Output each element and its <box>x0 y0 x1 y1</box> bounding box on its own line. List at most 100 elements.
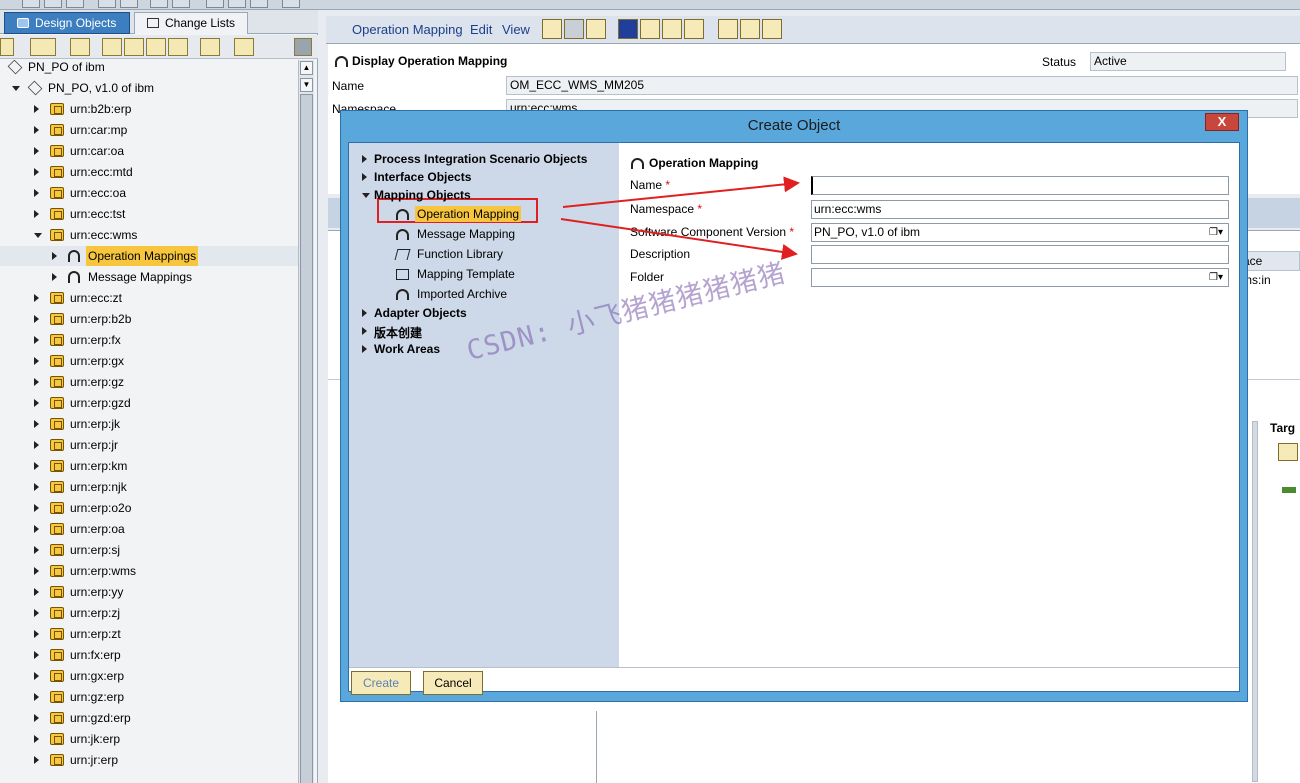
tree-expand-icon[interactable] <box>102 38 122 56</box>
scroll-up-icon[interactable]: ▲ <box>300 61 313 75</box>
expand-all-icon[interactable] <box>146 38 166 56</box>
tree-node[interactable]: urn:gz:erp <box>0 687 298 707</box>
tree-node[interactable]: urn:erp:o2o <box>0 498 298 518</box>
toolbar-icon[interactable] <box>150 0 168 8</box>
collapsed-arrow-icon[interactable] <box>34 756 39 764</box>
collapsed-arrow-icon[interactable] <box>34 294 39 302</box>
collapsed-arrow-icon[interactable] <box>34 441 39 449</box>
toolbar-icon[interactable] <box>66 0 84 8</box>
collapse-icon[interactable] <box>0 38 14 56</box>
save-icon[interactable] <box>564 19 584 39</box>
namespace-input[interactable]: urn:ecc:wms <box>811 200 1229 219</box>
tree-node[interactable]: urn:b2b:erp <box>0 99 298 119</box>
scroll-thumb[interactable] <box>300 94 313 783</box>
object-type-item[interactable]: Imported Archive <box>415 286 509 302</box>
expanded-arrow-icon[interactable] <box>34 233 42 238</box>
tree-node[interactable]: urn:erp:yy <box>0 582 298 602</box>
collapsed-arrow-icon[interactable] <box>34 504 39 512</box>
binoculars-icon[interactable] <box>70 38 90 56</box>
toolbar-icon[interactable] <box>98 0 116 8</box>
tree-node[interactable]: Message Mappings <box>0 267 298 287</box>
collapsed-arrow-icon[interactable] <box>34 630 39 638</box>
collapsed-arrow-icon[interactable] <box>362 155 367 163</box>
collapsed-arrow-icon[interactable] <box>34 714 39 722</box>
collapsed-arrow-icon[interactable] <box>52 252 57 260</box>
stop-icon[interactable] <box>294 38 312 56</box>
tree-node[interactable]: PN_PO of ibm <box>0 60 298 77</box>
collapsed-arrow-icon[interactable] <box>34 672 39 680</box>
object-category[interactable]: 版本创建 <box>374 324 422 341</box>
tab-change-lists[interactable]: Change Lists <box>134 12 248 34</box>
object-type-item[interactable]: Message Mapping <box>415 226 517 242</box>
description-input[interactable] <box>811 245 1229 264</box>
tree-node[interactable]: urn:erp:fx <box>0 330 298 350</box>
collapsed-arrow-icon[interactable] <box>34 567 39 575</box>
collapsed-arrow-icon[interactable] <box>362 173 367 181</box>
collapsed-arrow-icon[interactable] <box>34 126 39 134</box>
tree-node[interactable]: urn:erp:wms <box>0 561 298 581</box>
tree-node[interactable]: urn:erp:gz <box>0 372 298 392</box>
object-category[interactable]: Mapping Objects <box>374 188 471 202</box>
collapsed-arrow-icon[interactable] <box>52 273 57 281</box>
collapsed-arrow-icon[interactable] <box>34 525 39 533</box>
print-icon[interactable] <box>718 19 738 39</box>
tree-node[interactable]: urn:ecc:tst <box>0 204 298 224</box>
object-type-item[interactable]: Function Library <box>415 246 505 262</box>
cancel-button[interactable]: Cancel <box>423 671 483 695</box>
tab-design-objects[interactable]: Design Objects <box>4 12 130 34</box>
tree-node[interactable]: urn:jk:erp <box>0 729 298 749</box>
toolbar-icon[interactable] <box>228 0 246 8</box>
tree-node[interactable]: urn:erp:njk <box>0 477 298 497</box>
collapsed-arrow-icon[interactable] <box>34 189 39 197</box>
create-button[interactable]: Create <box>351 671 411 695</box>
tree-node[interactable]: urn:erp:jr <box>0 435 298 455</box>
document-icon[interactable] <box>740 19 760 39</box>
expanded-arrow-icon[interactable] <box>12 86 20 91</box>
collapsed-arrow-icon[interactable] <box>34 693 39 701</box>
tree-node[interactable]: urn:fx:erp <box>0 645 298 665</box>
collapsed-arrow-icon[interactable] <box>34 168 39 176</box>
collapsed-arrow-icon[interactable] <box>34 210 39 218</box>
tree-node[interactable]: urn:ecc:oa <box>0 183 298 203</box>
object-type-item[interactable]: Operation Mapping <box>415 206 522 222</box>
menu-view[interactable]: View <box>502 22 530 37</box>
menu-edit[interactable]: Edit <box>470 22 492 37</box>
tree-node[interactable]: urn:erp:gx <box>0 351 298 371</box>
tree-node[interactable]: urn:erp:b2b <box>0 309 298 329</box>
collapsed-arrow-icon[interactable] <box>34 147 39 155</box>
tree-icon[interactable] <box>124 38 144 56</box>
collapsed-arrow-icon[interactable] <box>34 651 39 659</box>
object-category[interactable]: Adapter Objects <box>374 306 467 320</box>
software-component-version-input[interactable]: PN_PO, v1.0 of ibm ❐▾ <box>811 223 1229 242</box>
scroll-down-icon[interactable]: ▼ <box>300 78 313 92</box>
cube-icon[interactable] <box>640 19 660 39</box>
copy-icon[interactable] <box>586 19 606 39</box>
tree-node[interactable]: urn:car:oa <box>0 141 298 161</box>
tree-node[interactable]: urn:erp:gzd <box>0 393 298 413</box>
name-input[interactable] <box>811 176 1229 195</box>
object-category[interactable]: Work Areas <box>374 342 440 356</box>
collapsed-arrow-icon[interactable] <box>34 483 39 491</box>
network-icon[interactable] <box>684 19 704 39</box>
toolbar-icon[interactable] <box>206 0 224 8</box>
tree-node[interactable]: urn:ecc:zt <box>0 288 298 308</box>
tree-scrollbar[interactable]: ▲ ▼ <box>298 60 314 783</box>
collapsed-arrow-icon[interactable] <box>34 588 39 596</box>
object-category[interactable]: Process Integration Scenario Objects <box>374 152 587 166</box>
collapsed-arrow-icon[interactable] <box>362 345 367 353</box>
close-icon[interactable]: X <box>1205 113 1239 131</box>
tree-node[interactable]: urn:erp:sj <box>0 540 298 560</box>
tree-node[interactable]: urn:car:mp <box>0 120 298 140</box>
object-type-item[interactable]: Mapping Template <box>415 266 517 282</box>
collapsed-arrow-icon[interactable] <box>34 357 39 365</box>
toolbar-icon[interactable] <box>172 0 190 8</box>
toolbar-icon[interactable] <box>282 0 300 8</box>
edit-pencil-icon[interactable] <box>542 19 562 39</box>
target-button-icon[interactable] <box>1278 443 1298 461</box>
collapsed-arrow-icon[interactable] <box>34 420 39 428</box>
object-category[interactable]: Interface Objects <box>374 170 471 184</box>
collapsed-arrow-icon[interactable] <box>34 378 39 386</box>
funnel-icon[interactable] <box>200 38 220 56</box>
expanded-arrow-icon[interactable] <box>362 193 370 198</box>
tree-node[interactable]: urn:erp:jk <box>0 414 298 434</box>
